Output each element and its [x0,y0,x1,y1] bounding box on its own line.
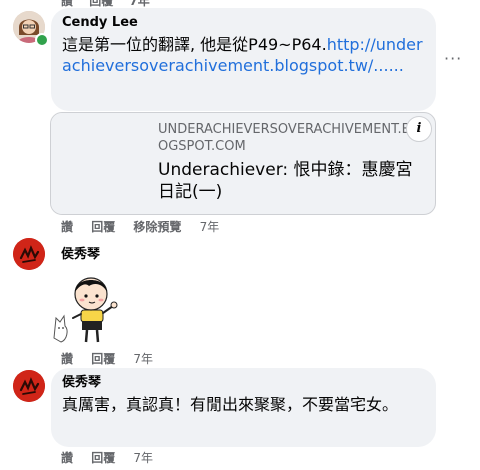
comment-author[interactable]: 侯秀琴 [61,243,100,262]
link-preview-body: UNDERACHIEVERSOVERACHIVEMENT.BLOGSPOT.CO… [158,121,427,203]
comment-bubble: 侯秀琴 真厲害，真認真！有閒出來聚聚，不要當宅女。 [51,368,436,447]
like-link[interactable]: 讚 [61,352,73,366]
avatar[interactable] [13,238,45,270]
comment-text: 這是第一位的翻譯, 他是從P49~P64.http://underachieve… [62,34,425,76]
remove-preview-link[interactable]: 移除預覽 [133,220,181,234]
user-avatar-icon [13,370,45,402]
timestamp[interactable]: 7年 [200,220,220,234]
link-preview-card[interactable]: UNDERACHIEVERSOVERACHIVEMENT.BLOGSPOT.CO… [50,112,436,215]
comment-author[interactable]: Cendy Lee [62,14,425,32]
comment-author[interactable]: 侯秀琴 [62,374,425,392]
link-preview-domain: UNDERACHIEVERSOVERACHIVEMENT.BLOGSPOT.CO… [158,122,418,154]
info-icon[interactable]: i [406,116,432,142]
sticker-image [51,266,131,346]
timestamp[interactable]: 7年 [133,451,153,465]
reply-link[interactable]: 回覆 [91,451,115,465]
link-preview-title: Underachiever: 恨中錄：惠慶宮日記(一) [158,160,413,202]
avatar[interactable] [13,370,45,402]
comment-actions: 讚 回覆 7年 [61,449,153,466]
comment-bubble: Cendy Lee 這是第一位的翻譯, 他是從P49~P64.http://un… [51,8,436,111]
reply-link[interactable]: 回覆 [91,352,115,366]
like-link[interactable]: 讚 [61,0,73,8]
cartoon-girl-sticker-icon [53,277,118,343]
reply-link[interactable]: 回覆 [91,220,115,234]
comment-text: 真厲害，真認真！有閒出來聚聚，不要當宅女。 [62,395,399,414]
comment-actions: 讚 回覆 7年 [61,350,153,367]
more-options-icon[interactable]: ··· [444,49,462,68]
reply-link[interactable]: 回覆 [89,0,113,8]
timestamp[interactable]: 7年 [133,352,153,366]
online-status-indicator [35,33,49,47]
comment-body: 這是第一位的翻譯, 他是從P49~P64. [62,35,327,54]
user-avatar-icon [13,238,45,270]
comment-thread: 讚 回覆 7年 Cendy Lee 這是第一位的翻譯, 他是從P49~P64.h… [0,0,480,470]
link-preview-thumbnail [51,113,147,214]
like-link[interactable]: 讚 [61,451,73,465]
comment-actions: 讚 回覆 移除預覽 7年 [61,218,219,235]
timestamp[interactable]: 7年 [129,0,149,8]
like-link[interactable]: 讚 [61,220,73,234]
